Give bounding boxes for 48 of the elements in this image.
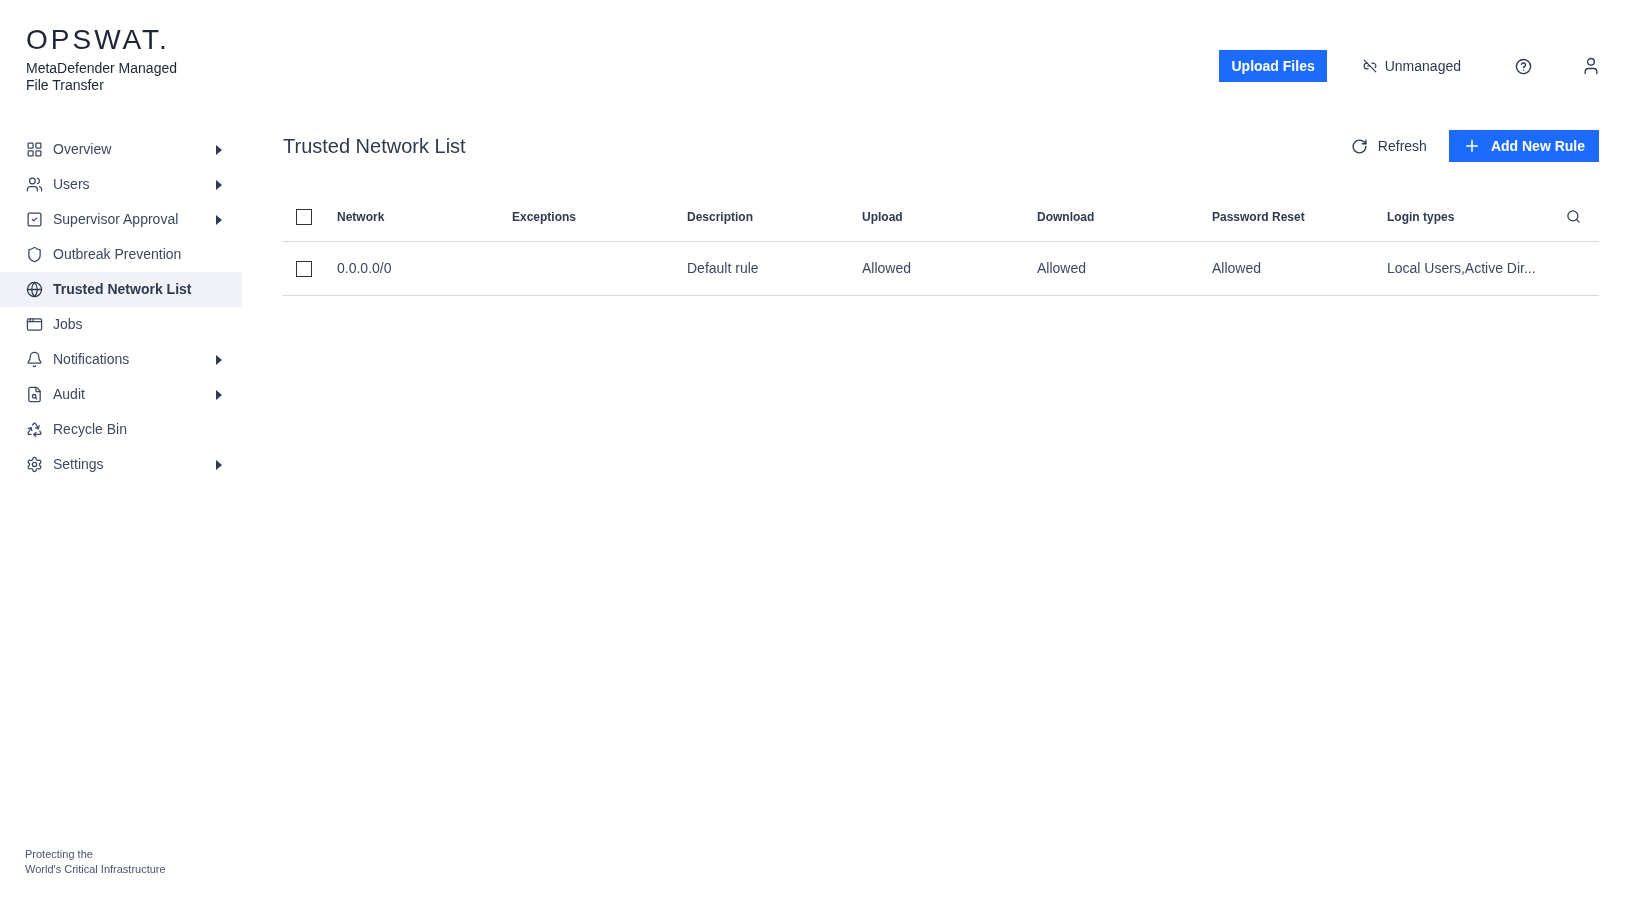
sidebar-item[interactable]: Audit <box>0 377 242 412</box>
column-header[interactable]: Description <box>687 209 753 224</box>
table-cell: Allowed <box>862 260 912 276</box>
add-new-rule-button[interactable]: Add New Rule <box>1448 130 1599 162</box>
table-cell: 0.0.0.0/0 <box>337 260 392 276</box>
recycle-icon <box>26 421 43 438</box>
table-cell: Local Users,Active Dir... <box>1387 260 1536 276</box>
tagline: Protecting the <box>25 847 94 862</box>
refresh-button[interactable]: Refresh <box>1350 130 1427 162</box>
bell-icon <box>26 351 43 368</box>
users-icon <box>26 176 43 193</box>
sidebar-item[interactable]: Trusted Network List <box>0 272 242 307</box>
unlink-icon <box>1362 59 1377 73</box>
grid-icon <box>26 141 43 158</box>
brand-logo: OPSWAT. <box>26 26 171 54</box>
product-name: MetaDefender Managed File Transfer <box>26 60 178 94</box>
sidebar-item[interactable]: Overview <box>0 132 242 167</box>
column-header[interactable]: Exceptions <box>512 209 577 224</box>
column-header[interactable]: Download <box>1037 209 1095 224</box>
column-header[interactable]: Login types <box>1387 209 1455 224</box>
search-icon[interactable] <box>1566 209 1581 224</box>
help-icon <box>1514 57 1532 75</box>
page-title: Trusted Network List <box>283 134 466 159</box>
globe-icon <box>26 281 43 298</box>
column-header[interactable]: Password Reset <box>1212 209 1305 224</box>
sidebar-item[interactable]: Jobs <box>0 307 242 342</box>
refresh-icon <box>1350 137 1368 155</box>
window-icon <box>26 316 43 333</box>
document-search-icon <box>26 386 43 403</box>
tagline: World's Critical Infrastructure <box>25 862 167 877</box>
sidebar-item[interactable]: Recycle Bin <box>0 412 242 447</box>
column-header[interactable]: Upload <box>862 209 903 224</box>
unmanaged-link[interactable]: Unmanaged <box>1336 50 1487 82</box>
checked-box-icon <box>26 211 43 228</box>
table-cell: Allowed <box>1037 260 1087 276</box>
sidebar-item[interactable]: Notifications <box>0 342 242 377</box>
sidebar-item[interactable]: Supervisor Approval <box>0 202 242 237</box>
sidebar-item[interactable]: Users <box>0 167 242 202</box>
table-cell: Allowed <box>1212 260 1262 276</box>
settings-icon <box>26 456 43 473</box>
checkbox[interactable] <box>296 260 312 277</box>
sidebar-item[interactable]: Outbreak Prevention <box>0 237 242 272</box>
column-header[interactable]: Network <box>337 209 385 224</box>
upload-files-button[interactable]: Upload Files <box>1219 50 1327 82</box>
sidebar-item[interactable]: Settings <box>0 447 242 482</box>
shield-icon <box>26 246 43 263</box>
table-cell: Default rule <box>687 260 759 276</box>
checkbox[interactable] <box>296 208 312 225</box>
